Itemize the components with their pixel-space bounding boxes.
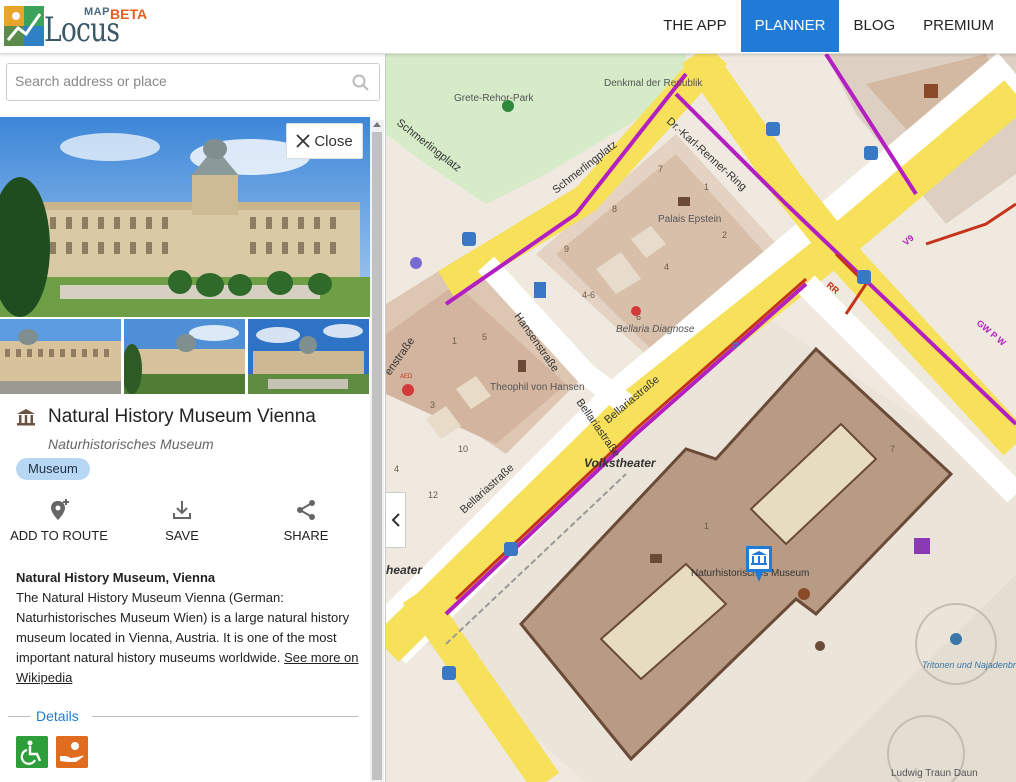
book-icon <box>678 197 690 206</box>
house-number: 12 <box>428 490 438 500</box>
label-aed: AED <box>400 374 413 380</box>
label-volkstheater: Volkstheater <box>584 456 657 470</box>
house-number: 7 <box>658 164 663 174</box>
memorial-icon <box>518 360 526 372</box>
house-number: 1 <box>704 521 709 531</box>
label-volkstheater-left: heater <box>386 563 423 577</box>
museum-icon <box>17 409 35 426</box>
heart-icon <box>631 306 641 316</box>
add-to-route-button[interactable]: ADD TO ROUTE <box>10 498 108 543</box>
aed-icon <box>402 384 414 396</box>
parking-icon: P <box>732 341 739 353</box>
book-icon <box>650 554 662 563</box>
poi-sidebar: Close <box>0 54 386 782</box>
save-button[interactable]: SAVE <box>152 498 212 543</box>
label-bellaria-diagnose: Bellaria Diagnose <box>616 324 695 335</box>
nav-planner[interactable]: PLANNER <box>740 0 840 52</box>
shield-icon <box>410 257 422 269</box>
search-icon[interactable] <box>351 73 371 93</box>
house-number: 1 <box>704 182 709 192</box>
viewpoint-icon <box>815 641 825 651</box>
poi-title-row: Natural History Museum Vienna <box>16 406 316 428</box>
details-label: Details <box>36 708 79 724</box>
main-nav: THE APP PLANNER BLOG PREMIUM ​ <box>649 0 1016 52</box>
logo-beta-badge: BETA <box>110 6 148 22</box>
sculpture-icon <box>502 100 514 112</box>
house-number: 3 <box>430 400 435 410</box>
share-button[interactable]: SHARE <box>276 498 336 543</box>
cafe-icon <box>798 588 810 600</box>
scroll-up-arrow-icon[interactable] <box>373 122 381 127</box>
house-number: 7 <box>890 444 895 454</box>
close-label: Close <box>314 132 353 150</box>
bus-stop-icon[interactable] <box>442 666 456 680</box>
scroll-thumb[interactable] <box>372 132 382 780</box>
photo-thumbnails <box>0 319 370 394</box>
locus-map-logo-icon[interactable] <box>4 6 44 46</box>
search-box <box>6 63 380 101</box>
wheelchair-icon <box>16 736 48 768</box>
thumbnail-photo-3[interactable] <box>248 319 369 394</box>
nav-blog[interactable]: BLOG <box>839 0 909 52</box>
house-number: 4 <box>394 464 399 474</box>
label-palais-epstein: Palais Epstein <box>658 214 721 225</box>
thumbnail-photo-2[interactable] <box>124 319 245 394</box>
download-icon <box>173 501 191 519</box>
house-number: 5 <box>482 332 487 342</box>
chevron-left-icon <box>391 513 400 527</box>
thumbnail-photo-1[interactable] <box>0 319 121 394</box>
house-number: 4-6 <box>582 290 595 300</box>
nav-premium[interactable]: PREMIUM <box>909 0 1008 52</box>
share-label: SHARE <box>283 528 329 543</box>
house-number: 8 <box>612 204 617 214</box>
bus-stop-icon[interactable] <box>766 122 780 136</box>
parking-icon <box>534 282 546 298</box>
poi-description: Natural History Museum, Vienna The Natur… <box>16 568 361 688</box>
category-tag[interactable]: Museum <box>16 458 90 480</box>
info-icon[interactable] <box>914 538 930 554</box>
share-icon <box>297 500 315 520</box>
nav-the-app[interactable]: THE APP <box>649 0 740 52</box>
add-location-icon <box>51 499 69 520</box>
bus-stop-icon[interactable] <box>462 232 476 246</box>
logo-map-text: MAP <box>84 6 110 18</box>
sidebar-scrollbar[interactable] <box>370 120 384 782</box>
map-canvas[interactable]: Grete-Rehor-Park Denkmal der Republik Sc… <box>386 54 1016 782</box>
collapse-sidebar-button[interactable] <box>386 492 406 548</box>
restaurant-icon <box>924 84 938 98</box>
add-to-route-label: ADD TO ROUTE <box>10 528 108 543</box>
nav-overflow[interactable]: ​ <box>1008 0 1016 52</box>
label-ludwig: Ludwig Traun Daun <box>891 768 978 779</box>
house-number: 9 <box>564 244 569 254</box>
top-header: Locus MAP BETA THE APP PLANNER BLOG PREM… <box>0 0 1016 54</box>
house-number: 1 <box>452 336 457 346</box>
save-label: SAVE <box>165 528 199 543</box>
description-title: Natural History Museum, Vienna <box>16 570 216 585</box>
donation-icon <box>56 736 88 768</box>
house-number: 10 <box>458 444 468 454</box>
bus-stop-icon[interactable] <box>504 542 518 556</box>
bus-stop-icon[interactable] <box>857 270 871 284</box>
poi-actions: ADD TO ROUTE SAVE SHARE <box>0 498 370 554</box>
poi-title: Natural History Museum Vienna <box>48 406 316 427</box>
house-number: 4 <box>664 262 669 272</box>
label-grete-rehor-park: Grete-Rehor-Park <box>454 93 534 104</box>
label-denkmal: Denkmal der Republik <box>604 78 703 89</box>
details-divider-left <box>8 716 30 717</box>
label-theophil-hansen: Theophil von Hansen <box>490 382 585 393</box>
poi-subtitle: Naturhistorisches Museum <box>48 436 214 452</box>
fountain-icon <box>950 633 962 645</box>
search-input[interactable] <box>15 73 345 89</box>
close-icon <box>296 134 310 148</box>
close-button[interactable]: Close <box>286 123 363 159</box>
house-number: 2 <box>722 230 727 240</box>
bus-stop-icon[interactable] <box>864 146 878 160</box>
label-tritonen: Tritonen und Najadenbrunnen <box>922 660 1016 670</box>
details-divider-right <box>92 716 358 717</box>
details-section-header: Details <box>8 708 358 724</box>
